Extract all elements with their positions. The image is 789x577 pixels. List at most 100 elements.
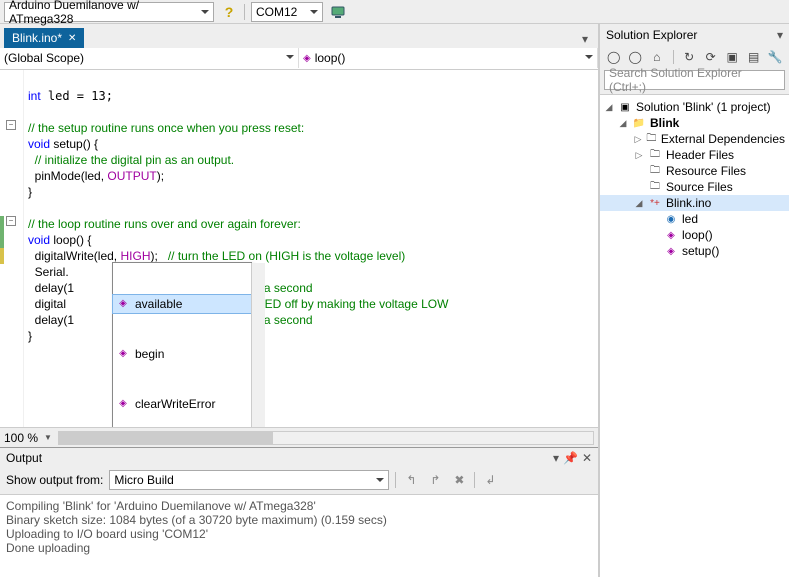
sync-icon[interactable]: ↻ bbox=[681, 48, 697, 66]
forward-icon[interactable]: ◯ bbox=[628, 48, 644, 66]
monitor-icon[interactable] bbox=[329, 3, 347, 21]
home-icon[interactable]: ⌂ bbox=[649, 48, 665, 66]
folder-icon: 🗀 bbox=[646, 132, 657, 146]
solution-tree[interactable]: ◢ ▣ Solution 'Blink' (1 project) ◢📁Blink ▷… bbox=[600, 94, 789, 577]
solution-node[interactable]: ◢ ▣ Solution 'Blink' (1 project) bbox=[600, 99, 789, 115]
member-node[interactable]: ◉ led bbox=[600, 211, 789, 227]
output-source-label: Micro Build bbox=[114, 473, 173, 487]
folder-node[interactable]: 🗀 Source Files bbox=[600, 179, 789, 195]
method-glyph-icon: ◈ bbox=[664, 228, 678, 242]
project-node[interactable]: ◢📁Blink bbox=[600, 115, 789, 131]
member-label: led bbox=[682, 212, 698, 226]
folder-node[interactable]: 🗀 Resource Files bbox=[600, 163, 789, 179]
editor-column: Blink.ino* ✕ ▾ (Global Scope) ◈ loop() in… bbox=[0, 24, 599, 577]
editor-statusbar: 100 % ▼ bbox=[0, 427, 598, 447]
expand-icon[interactable]: ◢ bbox=[604, 102, 614, 113]
code-text[interactable]: int led = 13; // the setup routine runs … bbox=[24, 70, 598, 427]
method-glyph-icon: ◈ bbox=[303, 53, 311, 64]
collapse-all-icon[interactable]: ▣ bbox=[724, 48, 740, 66]
method-glyph-icon: ◈ bbox=[117, 298, 129, 310]
intellisense-scrollbar[interactable] bbox=[251, 263, 265, 427]
intellisense-label: begin bbox=[135, 346, 164, 362]
intellisense-label: clearWriteError bbox=[135, 396, 215, 412]
intellisense-label: available bbox=[135, 296, 182, 312]
zoom-level[interactable]: 100 % bbox=[4, 431, 38, 445]
board-select[interactable]: Arduino Duemilanove w/ ATmega328 bbox=[4, 2, 214, 22]
scope-left[interactable]: (Global Scope) bbox=[0, 48, 299, 68]
clear-all-icon[interactable]: ✖ bbox=[450, 471, 468, 489]
separator bbox=[244, 4, 245, 20]
tab-label: Blink.ino* bbox=[12, 31, 62, 45]
solution-explorer-toolbar: ◯ ◯ ⌂ ↻ ⟳ ▣ ▤ 🔧 bbox=[600, 46, 789, 68]
active-files-dropdown-icon[interactable]: ▾ bbox=[576, 30, 594, 48]
field-glyph-icon: ◉ bbox=[664, 212, 678, 226]
folder-icon: 🗀 bbox=[648, 148, 662, 162]
folder-label: Header Files bbox=[666, 148, 734, 162]
close-icon[interactable]: ✕ bbox=[582, 451, 592, 465]
port-select-label: COM12 bbox=[256, 5, 297, 19]
margin-saved-marker bbox=[0, 216, 4, 232]
folder-node[interactable]: ▷🗀External Dependencies bbox=[600, 131, 789, 147]
output-toolbar: Show output from: Micro Build ↰ ↱ ✖ ↲ bbox=[0, 468, 598, 494]
intellisense-item[interactable]: ◈begin bbox=[113, 345, 251, 363]
close-icon[interactable]: ✕ bbox=[68, 33, 76, 44]
find-message-next-icon[interactable]: ↱ bbox=[426, 471, 444, 489]
main-split: Blink.ino* ✕ ▾ (Global Scope) ◈ loop() in… bbox=[0, 24, 789, 577]
toggle-wrap-icon[interactable]: ↲ bbox=[481, 471, 499, 489]
scope-right-label: loop() bbox=[315, 51, 346, 65]
window-dropdown-icon[interactable]: ▾ bbox=[777, 28, 783, 42]
member-node[interactable]: ◈ setup() bbox=[600, 243, 789, 259]
member-node[interactable]: ◈loop() bbox=[600, 227, 789, 243]
outline-collapse-icon[interactable]: − bbox=[6, 216, 16, 226]
help-icon[interactable]: ? bbox=[220, 3, 238, 21]
outline-collapse-icon[interactable]: − bbox=[6, 120, 16, 130]
horizontal-scrollbar[interactable] bbox=[58, 431, 594, 445]
member-label: setup() bbox=[682, 244, 719, 258]
refresh-icon[interactable]: ⟳ bbox=[703, 48, 719, 66]
back-icon[interactable]: ◯ bbox=[606, 48, 622, 66]
solution-explorer-search[interactable]: Search Solution Explorer (Ctrl+;) bbox=[604, 70, 785, 90]
folder-node[interactable]: ▷ 🗀 Header Files bbox=[600, 147, 789, 163]
separator bbox=[673, 50, 674, 64]
scrollbar-thumb[interactable] bbox=[59, 432, 273, 444]
tab-blink[interactable]: Blink.ino* ✕ bbox=[4, 28, 84, 48]
method-glyph-icon: ◈ bbox=[117, 398, 129, 410]
show-all-files-icon[interactable]: ▤ bbox=[746, 48, 762, 66]
intellisense-item[interactable]: ◈ clearWriteError bbox=[113, 395, 251, 413]
output-text[interactable]: Compiling 'Blink' for 'Arduino Duemilano… bbox=[0, 494, 598, 577]
document-tabstrip: Blink.ino* ✕ ▾ bbox=[0, 24, 598, 48]
method-glyph-icon: ◈ bbox=[664, 244, 678, 258]
folder-label: Resource Files bbox=[666, 164, 746, 178]
window-dropdown-icon[interactable]: ▾ bbox=[553, 451, 559, 465]
file-node-blink[interactable]: ◢ *+ Blink.ino bbox=[600, 195, 789, 211]
solution-label: Solution 'Blink' (1 project) bbox=[636, 100, 771, 114]
project-label: Blink bbox=[650, 116, 679, 130]
navigation-bar: (Global Scope) ◈ loop() bbox=[0, 48, 598, 70]
separator bbox=[474, 472, 475, 488]
folder-icon: 🗀 bbox=[648, 164, 662, 178]
file-label: Blink.ino bbox=[666, 196, 711, 210]
output-panel: Output ▾ 📌 ✕ Show output from: Micro Bui… bbox=[0, 447, 598, 577]
cpp-file-icon: *+ bbox=[648, 196, 662, 210]
intellisense-item[interactable]: ◈ available bbox=[112, 294, 252, 314]
margin-saved-marker bbox=[0, 232, 4, 248]
folder-icon: 🗀 bbox=[648, 180, 662, 194]
scope-left-label: (Global Scope) bbox=[4, 51, 84, 65]
zoom-dropdown-icon[interactable]: ▼ bbox=[44, 433, 52, 442]
port-select[interactable]: COM12 bbox=[251, 2, 323, 22]
folder-label: Source Files bbox=[666, 180, 733, 194]
scope-right[interactable]: ◈ loop() bbox=[299, 48, 598, 68]
expand-icon[interactable]: ◢ bbox=[618, 118, 628, 129]
show-output-from-label: Show output from: bbox=[6, 473, 103, 487]
intellisense-popup: ◈available ◈begin ◈clearWriteError ◈end … bbox=[112, 262, 252, 427]
solution-explorer-panel: Solution Explorer ▾ ◯ ◯ ⌂ ↻ ⟳ ▣ ▤ 🔧 Sear… bbox=[599, 24, 789, 577]
expand-icon[interactable]: ▷ bbox=[634, 134, 642, 145]
pin-icon[interactable]: 📌 bbox=[563, 451, 578, 465]
code-editor[interactable]: int led = 13; // the setup routine runs … bbox=[0, 70, 598, 427]
expand-icon[interactable]: ▷ bbox=[634, 150, 644, 161]
output-source-select[interactable]: Micro Build bbox=[109, 470, 389, 490]
properties-icon[interactable]: 🔧 bbox=[767, 48, 783, 66]
find-message-prev-icon[interactable]: ↰ bbox=[402, 471, 420, 489]
expand-icon[interactable]: ◢ bbox=[634, 198, 644, 209]
solution-icon: ▣ bbox=[618, 100, 632, 114]
